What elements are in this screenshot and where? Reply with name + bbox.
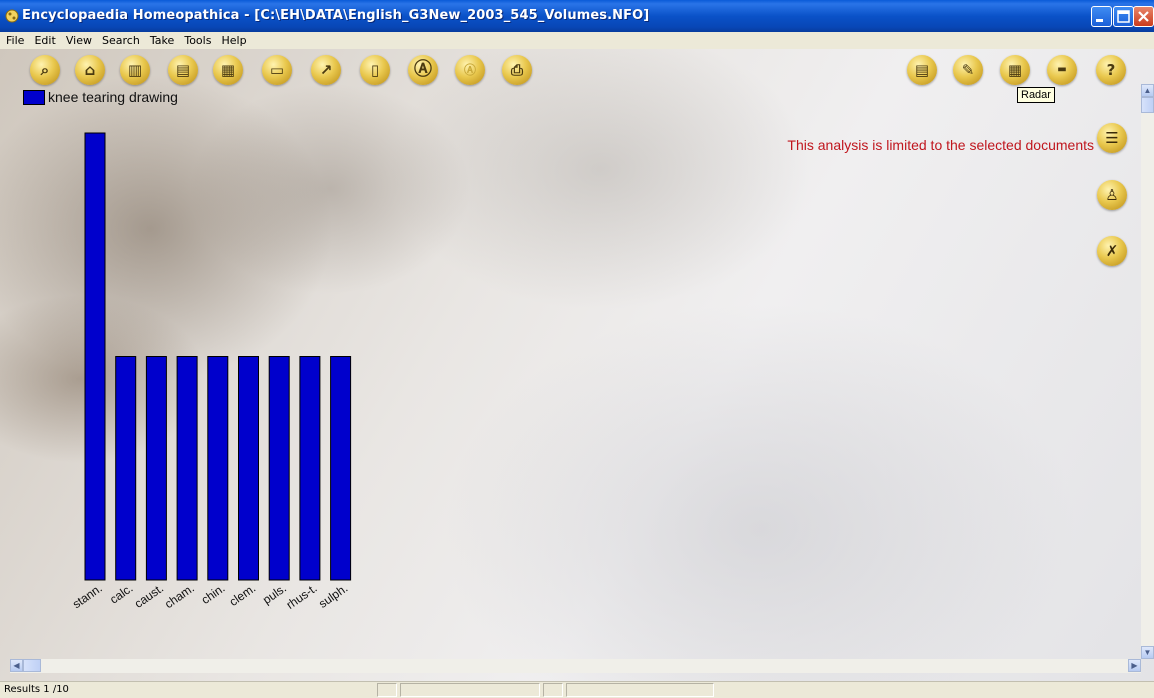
documents-icon: ☰	[1105, 129, 1119, 147]
horizontal-scroll-thumb[interactable]	[23, 659, 41, 672]
legend-label: knee tearing drawing	[48, 89, 178, 105]
scroll-up-button[interactable]: ▲	[1141, 84, 1154, 97]
maximize-button[interactable]	[1113, 6, 1134, 27]
app-icon	[5, 9, 19, 23]
results-count: Results 1 /10	[4, 684, 69, 695]
menu-view[interactable]: View	[64, 32, 97, 47]
menu-help[interactable]: Help	[220, 32, 252, 47]
person-icon: ♙	[1105, 186, 1119, 204]
bar-clem[interactable]	[238, 356, 259, 581]
status-pane-2	[400, 683, 540, 697]
tick-label: chin.	[199, 581, 228, 607]
maximize-icon	[1117, 10, 1130, 23]
bar-chin[interactable]	[207, 356, 229, 581]
tick-label: cham.	[162, 581, 197, 611]
vertical-scroll-thumb[interactable]	[1141, 97, 1154, 113]
menu-edit[interactable]: Edit	[32, 32, 60, 47]
tick-label: rhus-t.	[284, 581, 320, 612]
window-title: Encyclopaedia Homeopathica - [C:\EH\DATA…	[22, 8, 650, 23]
remove-icon: ✗	[1105, 242, 1119, 260]
horizontal-scrollbar[interactable]: ◀ ▶	[10, 659, 1141, 673]
bar-sulph[interactable]	[330, 356, 352, 581]
bar-calc[interactable]	[115, 356, 137, 581]
analysis-notice: This analysis is limited to the selected…	[787, 137, 1094, 153]
status-pane-1	[377, 683, 397, 697]
vertical-scrollbar[interactable]: ▲ ▼	[1141, 84, 1154, 659]
bar-stann[interactable]	[84, 132, 106, 581]
bar-cham[interactable]	[176, 356, 198, 581]
scroll-right-button[interactable]: ▶	[1128, 659, 1141, 672]
close-button[interactable]	[1133, 6, 1154, 27]
close-icon	[1138, 11, 1149, 22]
menu-bar: File Edit View Search Take Tools Help	[0, 32, 1154, 49]
status-pane-4	[566, 683, 714, 697]
bar-rhust[interactable]	[299, 356, 321, 581]
legend-swatch	[23, 90, 45, 105]
scroll-down-button[interactable]: ▼	[1141, 646, 1154, 659]
arrow-left-icon: ◀	[13, 661, 20, 670]
arrow-down-icon: ▼	[1143, 648, 1152, 657]
menu-take[interactable]: Take	[148, 32, 179, 47]
tick-label: clem.	[227, 581, 259, 609]
arrow-right-icon: ▶	[1131, 661, 1138, 670]
status-pane-3	[543, 683, 563, 697]
tick-label: calc.	[107, 581, 135, 607]
bar-caust[interactable]	[145, 356, 167, 581]
remove-button[interactable]: ✗	[1097, 236, 1127, 266]
minimize-icon	[1096, 19, 1103, 22]
tick-label: caust.	[132, 581, 166, 611]
status-bar: Results 1 /10	[0, 681, 1154, 698]
arrow-up-icon: ▲	[1143, 86, 1152, 95]
scroll-left-button[interactable]: ◀	[10, 659, 23, 672]
minimize-button[interactable]	[1091, 6, 1112, 27]
tick-label: sulph.	[316, 581, 350, 611]
menu-file[interactable]: File	[4, 32, 29, 47]
bar-puls[interactable]	[268, 356, 290, 581]
analysis-area: ⌕ ⌂ ▥ ▤ ▦ ▭ ↗ ▯ Ⓐ Ⓐ ⎙ ▤ ✎ ▦ ▬ ? Radar st…	[0, 49, 1154, 681]
menu-tools[interactable]: Tools	[182, 32, 216, 47]
title-bar: Encyclopaedia Homeopathica - [C:\EH\DATA…	[0, 0, 1154, 32]
documents-button[interactable]: ☰	[1097, 123, 1127, 153]
tick-label: stann.	[70, 581, 105, 611]
person-button[interactable]: ♙	[1097, 180, 1127, 210]
menu-search[interactable]: Search	[100, 32, 145, 47]
